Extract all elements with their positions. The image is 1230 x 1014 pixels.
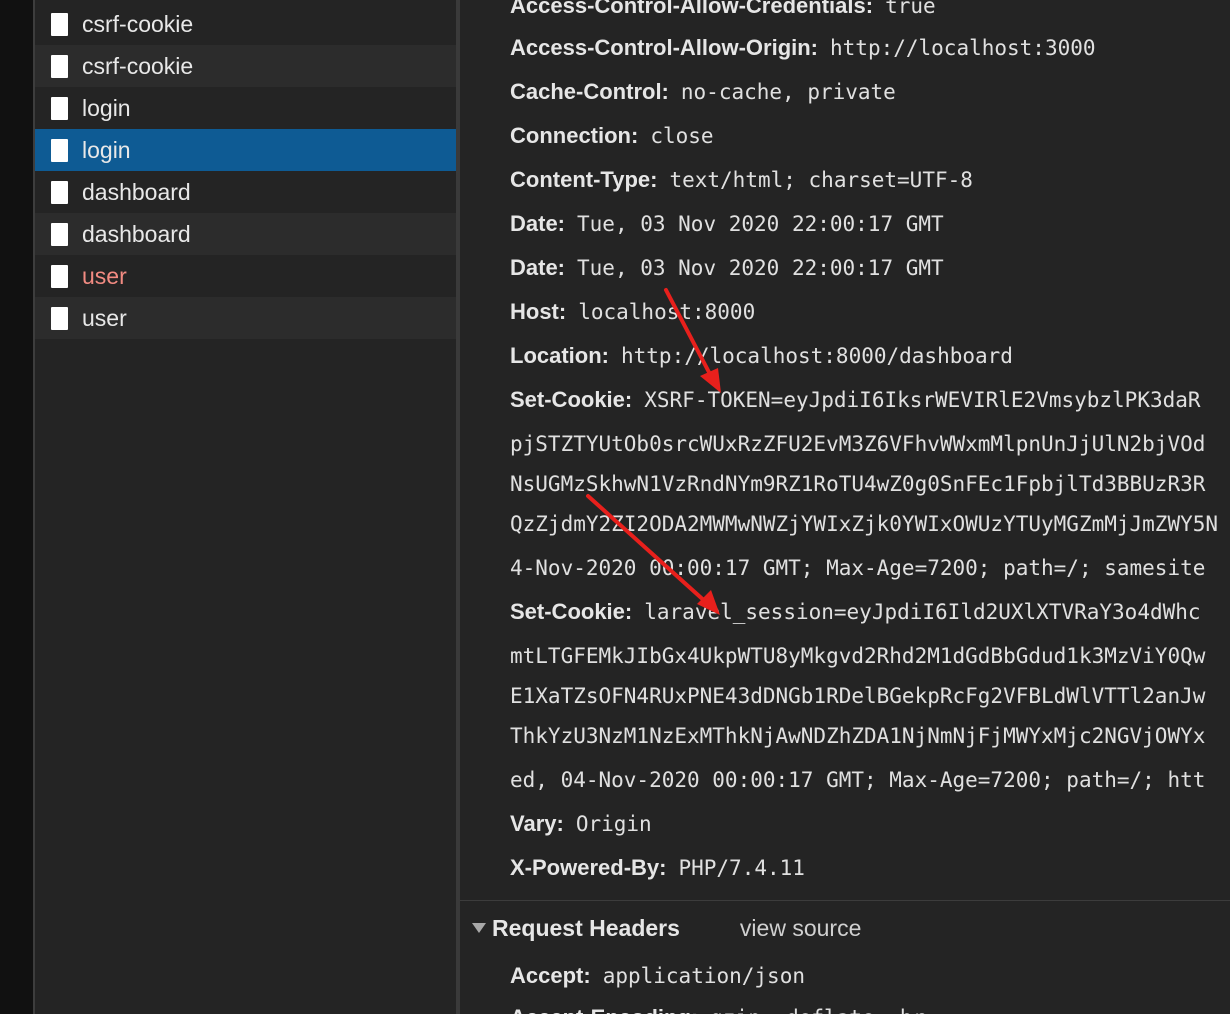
header-connection: Connection: close [510, 114, 714, 158]
header-value: PHP/7.4.11 [678, 856, 805, 880]
request-name: dashboard [82, 178, 191, 205]
header-value-continuation: E1XaTZsOFN4RUxPNE43dDNGb1RDelBGekpRcFg2V… [510, 684, 1206, 708]
request-name: csrf-cookie [82, 52, 194, 79]
header-set-cookie-xsrf: Set-Cookie: XSRF-TOKEN=eyJpdiI6IksrWEVIR… [510, 378, 1201, 422]
header-value: http://localhost:8000/dashboard [621, 344, 1013, 368]
header-value: localhost:8000 [578, 300, 756, 324]
request-row-user-2[interactable]: user [35, 297, 456, 339]
section-title: Request Headers [492, 914, 680, 941]
request-row-csrf-cookie-2[interactable]: csrf-cookie [35, 45, 456, 87]
header-host: Host: localhost:8000 [510, 290, 755, 334]
request-row-login-2-selected[interactable]: login [35, 129, 456, 171]
document-icon [51, 222, 68, 246]
header-value-continuation: pjSTZTYUtOb0srcWUxRzZFU2EvM3Z6VFhvWWxmMl… [510, 432, 1206, 456]
header-value: Origin [575, 812, 652, 836]
document-icon [51, 264, 68, 288]
header-key: Host: [510, 299, 567, 324]
header-value: Tue, 03 Nov 2020 22:00:17 GMT [577, 212, 944, 236]
request-name: dashboard [82, 220, 191, 247]
document-icon [51, 138, 68, 162]
document-icon [51, 54, 68, 78]
header-key: Cache-Control: [510, 79, 669, 104]
header-key: Date: [510, 211, 566, 236]
document-icon [51, 12, 68, 36]
request-name: login [82, 94, 131, 121]
disclosure-triangle-icon[interactable] [472, 923, 486, 933]
request-row-login-1[interactable]: login [35, 87, 456, 129]
headers-panel: Access-Control-Allow-Credentials: true A… [460, 0, 1230, 1014]
header-value-continuation: NsUGMzSkhwN1VzRndNYm9RZ1RoTU4wZ0g0SnFEc1… [510, 472, 1206, 496]
header-key: Access-Control-Allow-Credentials: [510, 0, 874, 18]
header-cache-control: Cache-Control: no-cache, private [510, 70, 896, 114]
header-vary: Vary: Origin [510, 802, 652, 846]
section-divider [460, 900, 1230, 901]
header-key: Connection: [510, 123, 639, 148]
header-key: Accept-Encoding: [510, 1005, 698, 1014]
request-row-csrf-cookie-1[interactable]: csrf-cookie [35, 3, 456, 45]
header-value-continuation: mtLTGFEMkJIbGx4UkpWTU8yMkgvd2Rhd2M1dGdBb… [510, 644, 1206, 668]
header-location: Location: http://localhost:8000/dashboar… [510, 334, 1013, 378]
header-key: Date: [510, 255, 566, 280]
header-key: Location: [510, 343, 609, 368]
header-value: XSRF-TOKEN=eyJpdiI6IksrWEVIRlE2VmsybzlPK… [644, 388, 1201, 412]
header-value: laravel_session=eyJpdiI6Ild2UXlXTVRaY3o4… [644, 600, 1201, 624]
header-key: Content-Type: [510, 167, 658, 192]
header-value: text/html; charset=UTF-8 [669, 168, 973, 192]
request-name: login [82, 136, 131, 163]
header-value: true [885, 0, 936, 18]
header-key: Set-Cookie: [510, 599, 633, 624]
view-source-link[interactable]: view source [740, 915, 861, 942]
left-edge-strip [0, 0, 33, 1014]
request-name-error: user [82, 262, 127, 289]
header-key: Accept: [510, 963, 591, 988]
request-row-dashboard-1[interactable]: dashboard [35, 171, 456, 213]
request-row-dashboard-2[interactable]: dashboard [35, 213, 456, 255]
header-content-type: Content-Type: text/html; charset=UTF-8 [510, 158, 973, 202]
header-value: gzip, deflate, br [710, 1006, 925, 1014]
header-value: Tue, 03 Nov 2020 22:00:17 GMT [577, 256, 944, 280]
header-value-continuation: 4-Nov-2020 00:00:17 GMT; Max-Age=7200; p… [510, 556, 1206, 580]
header-date-2: Date: Tue, 03 Nov 2020 22:00:17 GMT [510, 246, 944, 290]
header-accept-encoding: Accept-Encoding: gzip, deflate, br [510, 996, 925, 1014]
header-key: X-Powered-By: [510, 855, 667, 880]
document-icon [51, 96, 68, 120]
header-key: Vary: [510, 811, 564, 836]
header-access-control-allow-credentials: Access-Control-Allow-Credentials: true [510, 0, 936, 28]
header-value: application/json [602, 964, 805, 988]
header-access-control-allow-origin: Access-Control-Allow-Origin: http://loca… [510, 26, 1096, 70]
request-name: user [82, 304, 127, 331]
request-row-user-1[interactable]: user [35, 255, 456, 297]
header-date-1: Date: Tue, 03 Nov 2020 22:00:17 GMT [510, 202, 944, 246]
request-headers-section-header[interactable]: Request Headers view source [472, 910, 861, 946]
header-set-cookie-laravel-session: Set-Cookie: laravel_session=eyJpdiI6Ild2… [510, 590, 1201, 634]
header-value-continuation: QzZjdmY2ZI2ODA2MWMwNWZjYWIxZjk0YWIxOWUzY… [510, 512, 1219, 536]
header-x-powered-by: X-Powered-By: PHP/7.4.11 [510, 846, 805, 890]
header-key: Set-Cookie: [510, 387, 633, 412]
header-key: Access-Control-Allow-Origin: [510, 35, 819, 60]
request-name: csrf-cookie [82, 10, 194, 37]
document-icon [51, 306, 68, 330]
header-value: no-cache, private [680, 80, 896, 104]
header-value-continuation: ed, 04-Nov-2020 00:00:17 GMT; Max-Age=72… [510, 768, 1206, 792]
document-icon [51, 180, 68, 204]
header-value: close [650, 124, 714, 148]
header-value: http://localhost:3000 [830, 36, 1096, 60]
request-list: csrf-cookie csrf-cookie login login dash… [35, 0, 456, 1014]
header-accept: Accept: application/json [510, 954, 805, 998]
header-value-continuation: ThkYzU3NzM1NzExMThkNjAwNDZhZDA1NjNmNjFjM… [510, 724, 1206, 748]
